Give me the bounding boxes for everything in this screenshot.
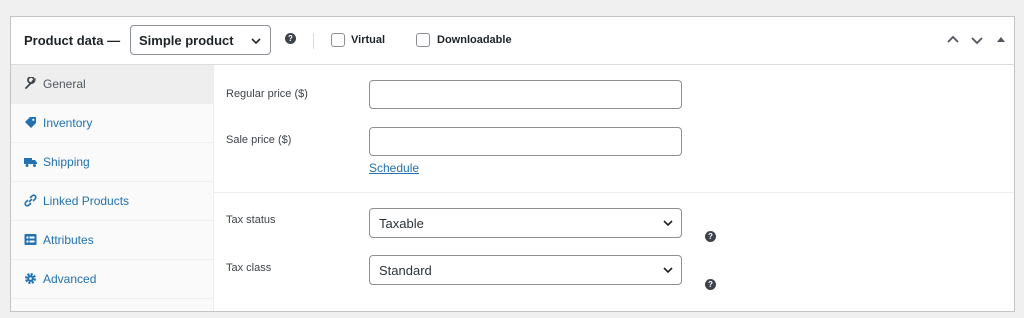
tax-status-label: Tax status bbox=[226, 214, 276, 226]
chevron-down-icon bbox=[251, 38, 261, 45]
wrench-icon bbox=[25, 77, 36, 89]
move-down-icon[interactable] bbox=[970, 33, 984, 47]
schedule-link[interactable]: Schedule bbox=[369, 161, 419, 175]
regular-price-label: Regular price ($) bbox=[226, 88, 308, 100]
gear-icon bbox=[25, 273, 36, 284]
tab-linked-products[interactable]: Linked Products bbox=[11, 182, 213, 221]
tab-shipping[interactable]: Shipping bbox=[11, 143, 213, 182]
tag-icon bbox=[25, 117, 36, 128]
tax-class-select[interactable]: Standard bbox=[369, 255, 682, 285]
move-up-icon[interactable] bbox=[946, 33, 960, 47]
general-panel: Regular price ($) Sale price ($) Schedul… bbox=[214, 65, 1014, 311]
virtual-label: Virtual bbox=[351, 34, 386, 46]
tab-inventory[interactable]: Inventory bbox=[11, 104, 213, 143]
tax-status-value: Taxable bbox=[379, 216, 424, 231]
tax-class-help-icon[interactable]: ? bbox=[705, 279, 716, 290]
downloadable-checkbox[interactable] bbox=[416, 33, 430, 47]
list-icon bbox=[24, 234, 37, 245]
panel-header: Product data — Simple product ? Virtual … bbox=[11, 17, 1014, 65]
tab-advanced[interactable]: Advanced bbox=[11, 260, 213, 299]
header-separator bbox=[313, 33, 314, 49]
link-icon bbox=[24, 194, 37, 207]
tab-general[interactable]: General bbox=[11, 65, 213, 104]
regular-price-input[interactable] bbox=[369, 80, 682, 109]
tab-label: Inventory bbox=[43, 116, 93, 130]
product-data-panel: Product data — Simple product ? Virtual … bbox=[10, 16, 1015, 312]
tab-label: Shipping bbox=[43, 155, 90, 169]
collapse-toggle-icon[interactable] bbox=[996, 33, 1006, 47]
chevron-down-icon bbox=[663, 220, 673, 227]
tab-label: Advanced bbox=[43, 272, 97, 286]
panel-title: Product data — bbox=[24, 33, 121, 48]
downloadable-label: Downloadable bbox=[437, 34, 512, 46]
product-type-select[interactable]: Simple product bbox=[130, 25, 271, 55]
help-icon[interactable]: ? bbox=[285, 33, 296, 44]
virtual-checkbox[interactable] bbox=[331, 33, 345, 47]
tax-status-select[interactable]: Taxable bbox=[369, 208, 682, 238]
product-data-tabs: General Inventory Shipping Linked Produc… bbox=[11, 65, 214, 311]
truck-icon bbox=[24, 158, 37, 167]
sale-price-input[interactable] bbox=[369, 127, 682, 156]
tab-attributes[interactable]: Attributes bbox=[11, 221, 213, 260]
tab-label: General bbox=[43, 77, 86, 91]
chevron-down-icon bbox=[663, 267, 673, 274]
product-type-value: Simple product bbox=[139, 33, 234, 48]
tax-class-label: Tax class bbox=[226, 262, 272, 274]
tab-label: Linked Products bbox=[43, 194, 130, 208]
section-divider bbox=[214, 192, 1014, 193]
tax-class-value: Standard bbox=[379, 263, 432, 278]
tab-label: Attributes bbox=[43, 233, 94, 247]
tax-status-help-icon[interactable]: ? bbox=[705, 231, 716, 242]
sale-price-label: Sale price ($) bbox=[226, 134, 292, 146]
